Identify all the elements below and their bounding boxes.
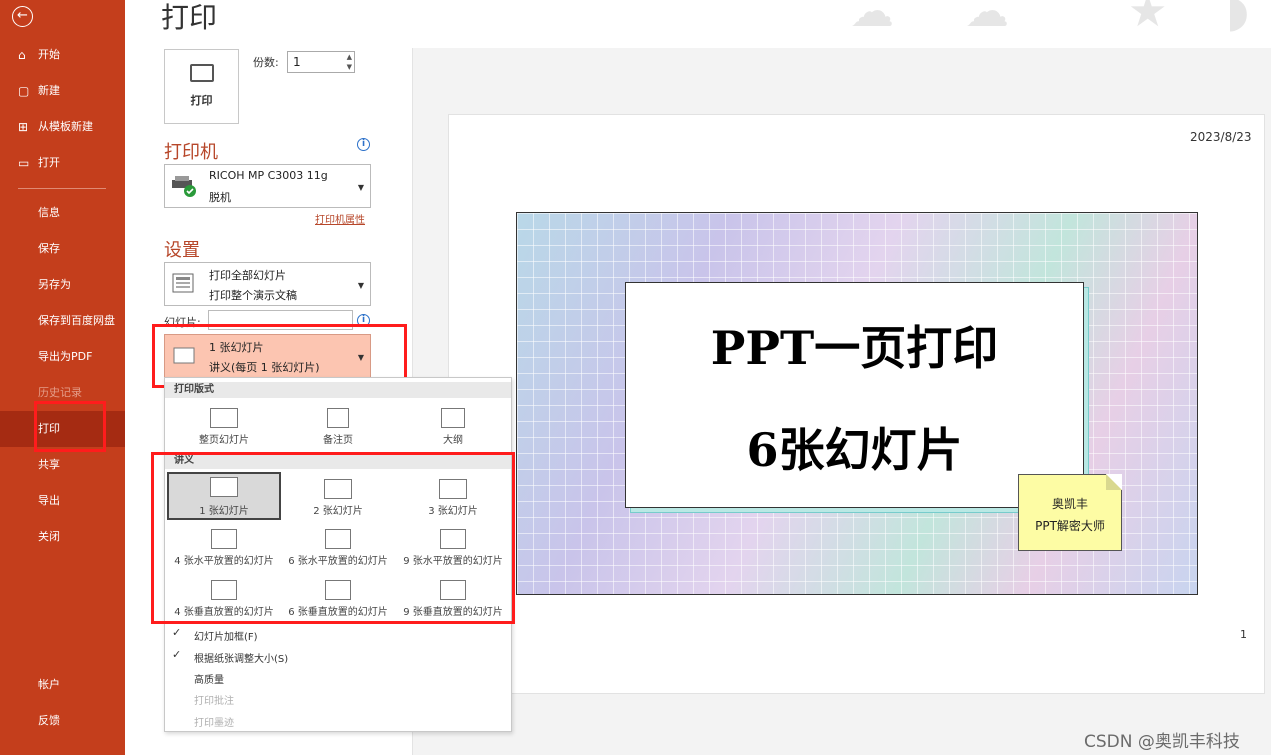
annotation-box-print-nav <box>34 401 106 452</box>
print-range-select[interactable]: 打印全部幻灯片 打印整个演示文稿 ▼ <box>164 262 371 306</box>
home-icon: ⌂ <box>18 48 26 62</box>
annotation-box-handouts <box>151 452 515 624</box>
copies-label: 份数: <box>253 56 279 69</box>
layout-option-notes[interactable]: 备注页 <box>281 403 395 451</box>
sidebar-item-home[interactable]: ⌂ 开始 <box>0 37 125 73</box>
info-icon[interactable]: i <box>357 138 370 151</box>
spinner-icon[interactable]: ▲ ▼ <box>347 52 352 72</box>
outline-icon <box>441 408 465 428</box>
printer-properties-link[interactable]: 打印机属性 <box>315 211 365 226</box>
slide-title-line2: 6张幻灯片 <box>746 423 963 477</box>
decoration-icon: ◗ <box>1226 0 1250 37</box>
sticky-note: 奥凯丰 PPT解密大师 <box>1018 474 1122 551</box>
decoration-icon: ☁ <box>965 0 1009 37</box>
sidebar-item-account[interactable]: 帐户 <box>0 667 125 703</box>
full-page-icon <box>210 408 238 428</box>
frame-slides-option[interactable]: 幻灯片加框(F) <box>194 628 258 643</box>
page-title: 打印 <box>161 1 218 34</box>
high-quality-option[interactable]: 高质量 <box>194 671 224 686</box>
copies-input[interactable]: 1 ▲ ▼ <box>287 51 355 73</box>
back-arrow-icon[interactable]: ← <box>12 6 33 27</box>
sidebar-item-new[interactable]: ▢ 新建 <box>0 73 125 109</box>
sidebar-item-save[interactable]: 保存 <box>0 231 125 267</box>
sidebar-item-save-to-baidu[interactable]: 保存到百度网盘 <box>0 303 125 339</box>
checkmark-icon: ✓ <box>172 648 182 661</box>
layout-option-outline[interactable]: 大纲 <box>396 403 510 451</box>
star-decoration-icon: ★ <box>1128 0 1168 37</box>
print-ink-option: 打印墨迹 <box>194 718 234 729</box>
print-comments-option: 打印批注 <box>194 696 234 707</box>
decoration-icon: ☁ <box>850 0 894 37</box>
printer-icon <box>189 64 214 82</box>
sidebar-item-info[interactable]: 信息 <box>0 195 125 231</box>
dropdown-arrow-icon: ▼ <box>357 281 364 290</box>
sidebar-item-export[interactable]: 导出 <box>0 483 125 519</box>
new-document-icon: ▢ <box>18 84 30 98</box>
slides-icon <box>172 273 194 293</box>
dropdown-arrow-icon: ▼ <box>357 183 364 192</box>
printer-section-title: 打印机 <box>164 142 218 163</box>
printer-status: 脱机 <box>209 191 231 204</box>
note-fold <box>1106 474 1122 490</box>
print-button[interactable]: 打印 <box>164 49 239 124</box>
template-icon: ⊞ <box>18 120 29 134</box>
slide-title-line1: PPT一页打印 <box>710 321 999 375</box>
folder-open-icon: ▭ <box>18 156 30 170</box>
checkmark-icon: ✓ <box>172 626 182 639</box>
sidebar-item-close[interactable]: 关闭 <box>0 519 125 555</box>
sidebar-divider <box>18 188 106 189</box>
preview-date: 2023/8/23 <box>1190 130 1252 144</box>
preview-page-number: 1 <box>1240 628 1247 641</box>
printer-status-icon <box>172 176 196 197</box>
settings-section-title: 设置 <box>164 240 200 261</box>
sidebar-item-save-as[interactable]: 另存为 <box>0 267 125 303</box>
sidebar-item-export-pdf[interactable]: 导出为PDF <box>0 339 125 375</box>
sidebar-item-feedback[interactable]: 反馈 <box>0 703 125 739</box>
sidebar-item-share[interactable]: 共享 <box>0 447 125 483</box>
printer-name: RICOH MP C3003 11g <box>209 169 328 182</box>
notes-page-icon <box>327 408 349 428</box>
watermark: CSDN @奥凯丰科技 <box>1084 732 1240 752</box>
layout-option-full-page[interactable]: 整页幻灯片 <box>167 403 281 451</box>
printer-select[interactable]: RICOH MP C3003 11g 脱机 ▼ <box>164 164 371 208</box>
scale-to-fit-option[interactable]: 根据纸张调整大小(S) <box>194 650 288 665</box>
sidebar-item-new-from-template[interactable]: ⊞ 从模板新建 <box>0 109 125 145</box>
sidebar-item-open[interactable]: ▭ 打开 <box>0 145 125 181</box>
print-layout-header: 打印版式 <box>165 382 511 398</box>
